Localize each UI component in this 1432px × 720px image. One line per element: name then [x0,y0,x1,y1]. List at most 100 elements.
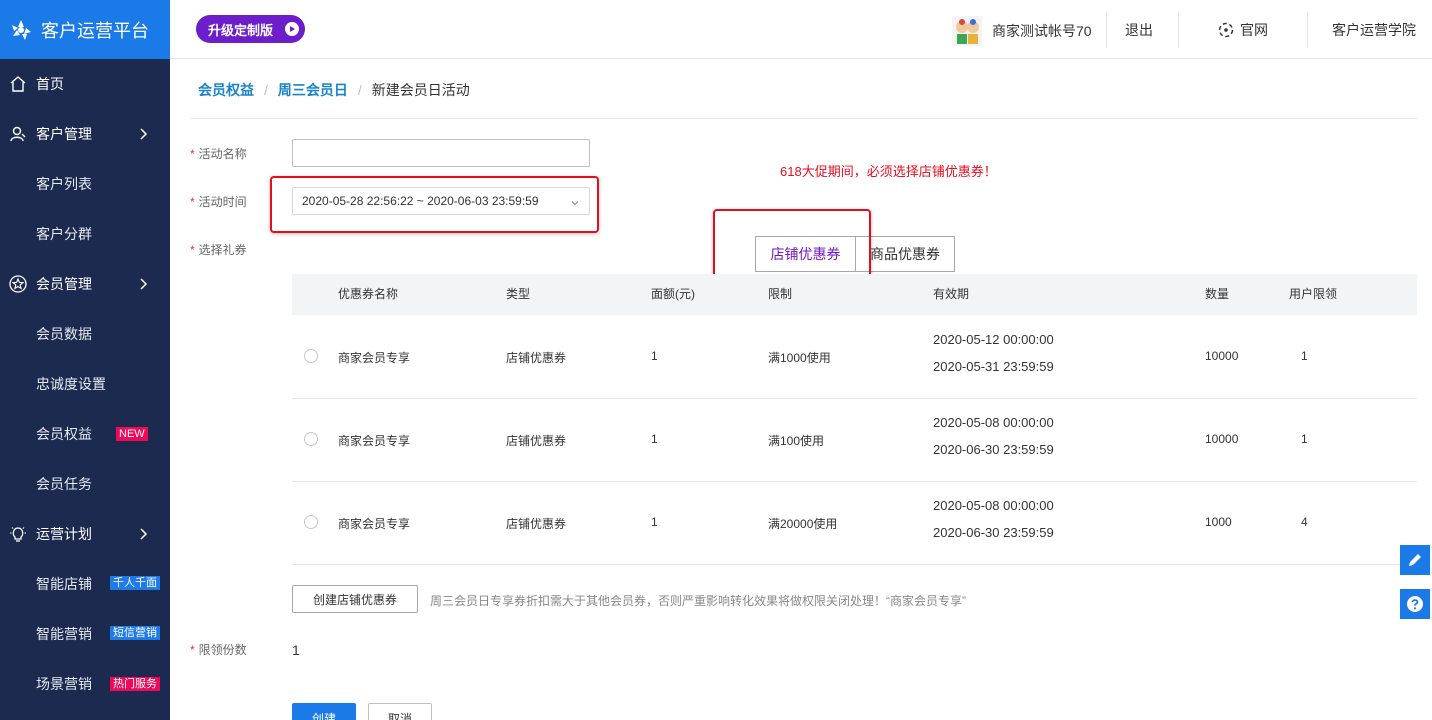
cell-type: 店铺优惠券 [506,351,567,365]
divider [1307,12,1308,48]
sidebar-item-customer-group[interactable]: 客户分群 [0,209,170,259]
avatar [952,16,982,46]
brand[interactable]: 客户运营平台 [0,0,170,59]
cell-per-user: 4 [1301,515,1308,529]
sidebar-item-loyalty[interactable]: 忠诚度设置 [0,359,170,409]
compass-icon [1218,22,1234,38]
chevron-right-icon [138,528,150,540]
sidebar-item-label: 客户管理 [36,126,92,142]
activity-time-label: * 活动时间 [190,193,247,210]
star-icon [8,274,28,294]
cell-name: 商家会员专享 [338,517,411,531]
cell-quantity: 1000 [1205,515,1232,529]
sidebar-item-smart-store[interactable]: 智能店铺 千人千面 [0,559,170,609]
bulb-icon [8,524,28,544]
table-row[interactable]: 商家会员专享 店铺优惠券 1 满20000使用 2020-05-08 00:00… [292,482,1417,565]
logout-link[interactable]: 退出 [1125,0,1153,59]
cell-per-user: 1 [1301,349,1308,363]
coupon-table-header: 优惠券名称 类型 面额(元) 限制 有效期 数量 用户限领 [292,274,1417,315]
breadcrumb-wednesday-day[interactable]: 周三会员日 [278,80,348,100]
sidebar-item-label: 客户分群 [36,226,92,242]
coupon-radio[interactable] [304,515,318,529]
cell-per-user: 1 [1301,432,1308,446]
cell-end: 2020-06-30 23:59:59 [933,442,1054,457]
label-text: 选择礼券 [198,243,247,257]
edit-button[interactable] [1400,545,1430,575]
cancel-button[interactable]: 取消 [368,703,432,720]
sidebar-item-customer-list[interactable]: 客户列表 [0,159,170,209]
sidebar-item-label: 会员数据 [36,326,92,342]
coupon-hint: 周三会员日专享券折扣需大于其他会员券，否则严重影响转化效果将做权限关闭处理！“商… [430,594,966,608]
breadcrumb-separator: / [357,82,362,98]
sidebar-item-label: 首页 [36,76,64,92]
official-site-link[interactable]: 官网 [1218,0,1268,59]
sidebar-item-label: 会员权益 [36,426,92,442]
cell-value: 1 [651,515,658,529]
cell-end: 2020-05-31 23:59:59 [933,359,1054,374]
sidebar-item-label: 智能店铺 [36,576,92,592]
table-row[interactable]: 商家会员专享 店铺优惠券 1 满100使用 2020-05-08 00:00:0… [292,399,1417,482]
col-quantity: 数量 [1205,287,1230,301]
table-row[interactable]: 商家会员专享 店铺优惠券 1 满1000使用 2020-05-12 00:00:… [292,316,1417,399]
sidebar-item-smart-marketing[interactable]: 智能营销 短信营销 [0,609,170,659]
activity-name-input[interactable] [292,139,590,167]
sidebar-item-label: 忠诚度设置 [36,376,106,392]
help-icon [1406,595,1424,613]
breadcrumb-separator: / [264,82,268,98]
cell-limit: 满1000使用 [768,351,831,365]
cell-start: 2020-05-12 00:00:00 [933,332,1054,347]
coupon-label: * 选择礼券 [190,241,247,258]
account-menu[interactable]: 商家测试帐号70 [952,16,1092,46]
cell-name: 商家会员专享 [338,351,411,365]
scene-marketing-badge: 热门服务 [110,677,160,691]
cell-start: 2020-05-08 00:00:00 [933,415,1054,430]
required-mark: * [190,147,195,161]
edit-icon [1406,551,1424,569]
sidebar-item-label: 会员任务 [36,476,92,492]
create-button[interactable]: 创建 [292,703,356,720]
create-store-coupon-button[interactable]: 创建店铺优惠券 [292,585,418,613]
sidebar-item-home[interactable]: 首页 [0,59,170,109]
help-button[interactable] [1400,589,1430,619]
col-name: 优惠券名称 [338,287,399,301]
coupon-radio[interactable] [304,432,318,446]
sidebar-item-member-rights[interactable]: 会员权益 NEW [0,409,170,459]
home-icon [8,74,28,94]
cell-type: 店铺优惠券 [506,434,567,448]
divider [190,118,1418,119]
play-icon [285,22,299,36]
smart-store-badge: 千人千面 [110,576,160,590]
breadcrumb: 会员权益 / 周三会员日 / 新建会员日活动 [198,80,470,100]
breadcrumb-current: 新建会员日活动 [371,82,470,98]
sidebar-item-member-task[interactable]: 会员任务 [0,459,170,509]
official-label: 官网 [1240,21,1268,38]
upgrade-label: 升级定制版 [208,22,274,38]
cell-type: 店铺优惠券 [506,517,567,531]
label-text: 活动时间 [198,195,247,209]
divider [1106,12,1107,48]
smart-marketing-badge: 短信营销 [110,626,160,640]
sidebar-item-label: 会员管理 [36,276,92,292]
limit-label: * 限领份数 [190,641,247,658]
new-badge: NEW [116,427,148,441]
academy-link[interactable]: 客户运营学院 [1332,0,1416,59]
sidebar-item-ops-plan[interactable]: 运营计划 [0,509,170,559]
sidebar-item-customer-mgmt[interactable]: 客户管理 [0,109,170,159]
col-per-user: 用户限领 [1289,287,1338,301]
sidebar-item-member-data[interactable]: 会员数据 [0,309,170,359]
sidebar: 客户运营平台 首页 客户管理 客户列表 客户分群 会员管理 会员数据 忠诚度设置… [0,0,170,720]
col-validity: 有效期 [933,287,970,301]
sidebar-item-label: 运营计划 [36,526,92,542]
sidebar-item-member-mgmt[interactable]: 会员管理 [0,259,170,309]
required-mark: * [190,643,195,657]
col-type: 类型 [506,287,531,301]
cell-value: 1 [651,349,658,363]
upgrade-button[interactable]: 升级定制版 [196,15,305,43]
cell-start: 2020-05-08 00:00:00 [933,498,1054,513]
account-name: 商家测试帐号70 [992,23,1092,39]
coupon-radio[interactable] [304,349,318,363]
sidebar-item-scene-marketing[interactable]: 场景营销 热门服务 [0,659,170,709]
required-mark: * [190,195,195,209]
breadcrumb-member-rights[interactable]: 会员权益 [198,80,254,100]
sidebar-item-label: 智能营销 [36,626,92,642]
